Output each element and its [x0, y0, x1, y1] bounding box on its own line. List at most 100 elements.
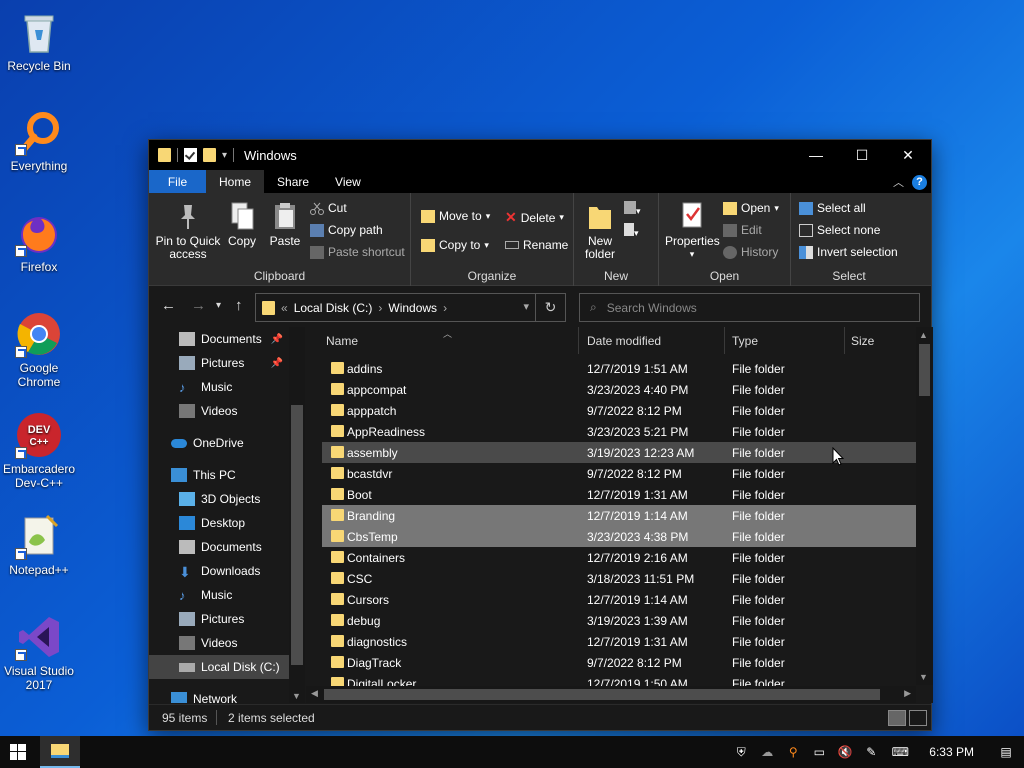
file-row[interactable]: assembly 3/19/2023 12:23 AM File folder [322, 442, 916, 463]
scroll-right-icon[interactable]: ▶ [904, 688, 911, 699]
file-row[interactable]: CbsTemp 3/23/2023 4:38 PM File folder [322, 526, 916, 547]
nav-item-pictures-pinned[interactable]: Pictures 📌 [149, 351, 289, 375]
file-row[interactable]: Branding 12/7/2019 1:14 AM File folder [322, 505, 916, 526]
tab-share[interactable]: Share [264, 170, 322, 193]
recent-locations-icon[interactable]: ▾ [216, 300, 221, 311]
maximize-button[interactable]: ☐ [839, 140, 885, 170]
copy-button[interactable]: Copy [227, 201, 257, 248]
cloud-offline-icon[interactable]: ☁ [759, 744, 775, 760]
security-shield-icon[interactable]: ⛨ [733, 744, 749, 760]
invert-selection-button[interactable]: Invert selection [799, 245, 898, 259]
nav-item-music[interactable]: ♪ Music [149, 375, 289, 399]
open-button[interactable]: Open ▾ [723, 201, 779, 215]
close-button[interactable]: ✕ [885, 140, 931, 170]
breadcrumb-windows[interactable]: Windows [388, 301, 437, 315]
easy-access-button[interactable]: ▾ [624, 223, 648, 238]
file-row[interactable]: bcastdvr 9/7/2022 8:12 PM File folder [322, 463, 916, 484]
up-arrow-icon[interactable]: ↑ [235, 297, 243, 314]
qat-dropdown-icon[interactable]: ▾ [222, 150, 227, 161]
vertical-scrollbar[interactable]: ▲ ▼ [916, 327, 933, 685]
scroll-down-icon[interactable]: ▼ [919, 672, 928, 682]
minimize-button[interactable]: — [793, 140, 839, 170]
column-header-type[interactable]: Type [732, 334, 758, 348]
breadcrumb-local-disk[interactable]: Local Disk (C:) [294, 301, 373, 315]
move-to-button[interactable]: Move to ▾ [421, 209, 490, 223]
cut-button[interactable]: Cut [310, 201, 347, 215]
search-input[interactable]: ⌕ Search Windows [579, 293, 920, 322]
file-row[interactable]: diagnostics 12/7/2019 1:31 AM File folder [322, 631, 916, 652]
file-row[interactable]: CSC 3/18/2023 11:51 PM File folder [322, 568, 916, 589]
properties-qat-icon[interactable] [184, 148, 197, 162]
new-folder-button[interactable]: New folder [582, 201, 618, 261]
column-header-name[interactable]: Name [326, 334, 358, 348]
help-icon[interactable]: ? [912, 174, 927, 190]
file-row[interactable]: Cursors 12/7/2019 1:14 AM File folder [322, 589, 916, 610]
tab-file[interactable]: File [149, 170, 206, 193]
file-row[interactable]: Containers 12/7/2019 2:16 AM File folder [322, 547, 916, 568]
nav-item-onedrive[interactable]: OneDrive [149, 431, 289, 455]
pen-icon[interactable]: ✎ [863, 744, 879, 760]
select-all-button[interactable]: Select all [799, 201, 866, 215]
paste-shortcut-button[interactable]: Paste shortcut [310, 245, 405, 259]
column-header-size[interactable]: Size [851, 334, 874, 348]
taskbar-file-explorer[interactable] [40, 736, 80, 768]
file-row[interactable]: Boot 12/7/2019 1:31 AM File folder [322, 484, 916, 505]
address-dropdown-icon[interactable]: ▾ [523, 300, 529, 313]
keyboard-icon[interactable]: ⌨ [889, 744, 911, 760]
new-item-button[interactable]: ▾ [624, 201, 648, 216]
overflow-chevron-icon[interactable]: « [281, 301, 288, 315]
file-row[interactable]: debug 3/19/2023 1:39 AM File folder [322, 610, 916, 631]
copy-path-button[interactable]: Copy path [310, 223, 383, 237]
tab-home[interactable]: Home [206, 170, 265, 193]
file-row[interactable]: AppReadiness 3/23/2023 5:21 PM File folder [322, 421, 916, 442]
nav-item-this-pc[interactable]: This PC [149, 463, 289, 487]
chevron-down-icon[interactable]: ▼ [292, 691, 301, 701]
copy-to-button[interactable]: Copy to ▾ [421, 238, 489, 252]
details-view-icon[interactable] [888, 710, 906, 726]
scroll-left-icon[interactable]: ◀ [311, 688, 318, 699]
desktop-icon-visual-studio[interactable]: Visual Studio 2017 [2, 613, 76, 692]
back-arrow-icon[interactable]: ← [161, 297, 176, 314]
nav-item-documents[interactable]: Documents [149, 535, 289, 559]
properties-button[interactable]: Properties ▾ [665, 201, 720, 261]
desktop-icon-everything[interactable]: Everything [2, 108, 76, 173]
file-row[interactable]: DiagTrack 9/7/2022 8:12 PM File folder [322, 652, 916, 673]
nav-item-videos-pc[interactable]: Videos [149, 631, 289, 655]
everything-tray-icon[interactable]: ⚲ [785, 744, 801, 760]
collapse-ribbon-icon[interactable]: ︿ [893, 174, 904, 190]
desktop-icon-chrome[interactable]: Google Chrome [2, 310, 76, 389]
forward-arrow-icon[interactable]: → [191, 297, 206, 314]
desktop-icon-notepadpp[interactable]: Notepad++ [2, 512, 76, 577]
paste-button[interactable]: Paste [269, 201, 301, 248]
network-icon[interactable]: ▭ [811, 744, 827, 760]
nav-item-downloads[interactable]: ⬇ Downloads [149, 559, 289, 583]
file-row[interactable]: apppatch 9/7/2022 8:12 PM File folder [322, 400, 916, 421]
start-button[interactable] [0, 736, 36, 768]
file-row[interactable]: appcompat 3/23/2023 4:40 PM File folder [322, 379, 916, 400]
desktop-icon-recycle-bin[interactable]: Recycle Bin [2, 8, 76, 73]
nav-item-pictures[interactable]: Pictures [149, 607, 289, 631]
nav-pane-scrollbar[interactable]: ▼ [289, 327, 305, 703]
large-icons-view-icon[interactable] [909, 710, 927, 726]
new-folder-qat-icon[interactable] [203, 148, 216, 162]
horizontal-scrollbar[interactable]: ◀ ▶ [306, 686, 916, 703]
nav-item-videos[interactable]: Videos [149, 399, 289, 423]
desktop-icon-devcpp[interactable]: DEV C++ Embarcadero Dev-C++ [2, 411, 76, 490]
action-center-icon[interactable]: ▤ [998, 744, 1014, 760]
column-header-date[interactable]: Date modified [587, 334, 661, 348]
edit-button[interactable]: Edit [723, 223, 762, 237]
pin-quick-access-button[interactable]: Pin to Quick access [155, 201, 221, 261]
tab-view[interactable]: View [322, 170, 374, 193]
scrollbar-thumb[interactable] [291, 405, 303, 665]
scrollbar-thumb[interactable] [324, 689, 880, 700]
nav-item-network[interactable]: Network [149, 687, 289, 703]
clock[interactable]: 6:33 PM [929, 745, 974, 759]
address-bar[interactable]: « Local Disk (C:) › Windows › ▾ ↻ [255, 293, 566, 322]
scroll-up-icon[interactable]: ▲ [919, 330, 928, 340]
refresh-icon[interactable]: ↻ [535, 294, 565, 321]
scrollbar-thumb[interactable] [919, 344, 930, 396]
file-row[interactable]: addins 12/7/2019 1:51 AM File folder [322, 358, 916, 379]
desktop-icon-firefox[interactable]: Firefox [2, 209, 76, 274]
nav-item-3d-objects[interactable]: 3D Objects [149, 487, 289, 511]
nav-item-music-pc[interactable]: ♪ Music [149, 583, 289, 607]
